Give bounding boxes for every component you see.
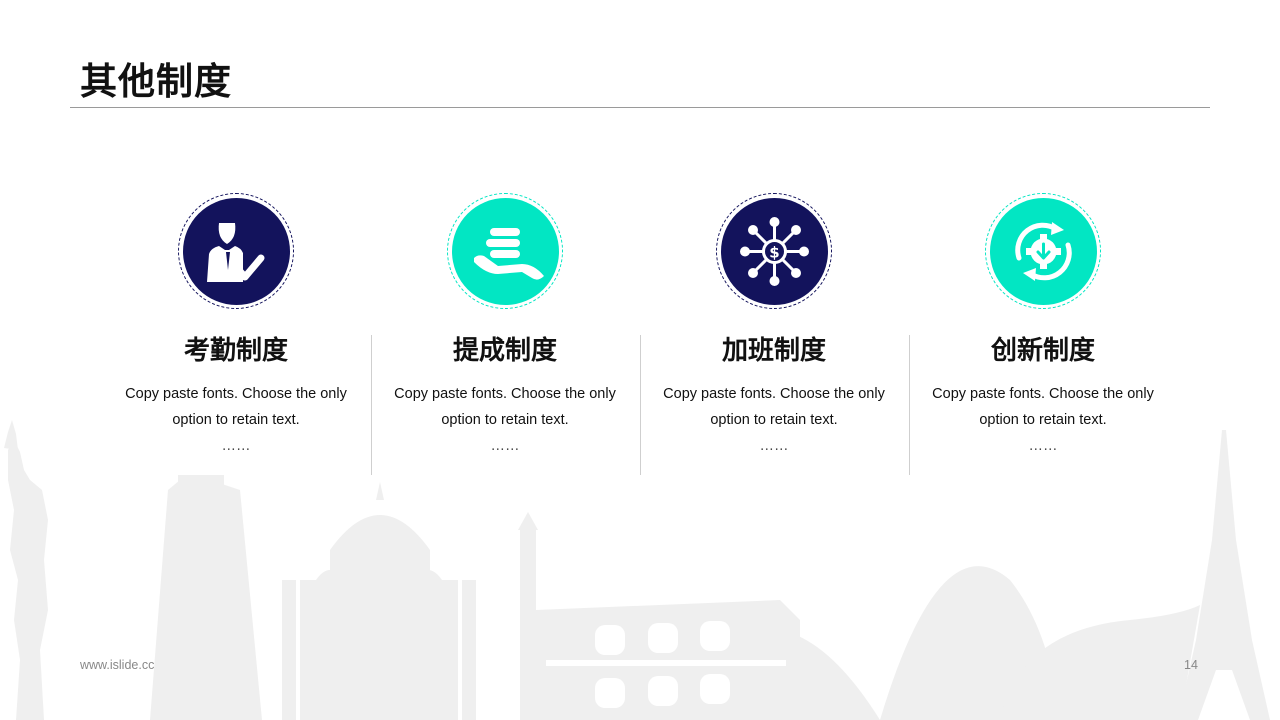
card-description-line: Copy paste fonts. Choose the only xyxy=(125,386,347,402)
page-title: 其他制度 xyxy=(80,60,232,103)
column-divider xyxy=(909,335,910,475)
slide: 其他制度 考勤制度 Copy paste fonts. Choose the o… xyxy=(0,0,1280,720)
footer-url: www.islide.cc xyxy=(80,658,155,672)
card-description-line: option to retain text. xyxy=(441,412,569,428)
card-description: Copy paste fonts. Choose the only option… xyxy=(909,381,1177,459)
title-underline xyxy=(70,107,1210,108)
card-description: Copy paste fonts. Choose the only option… xyxy=(371,381,639,459)
card-description-line: Copy paste fonts. Choose the only xyxy=(394,386,616,402)
card-title: 创新制度 xyxy=(990,336,1095,366)
card-title: 考勤制度 xyxy=(183,336,288,366)
icon-badge xyxy=(178,193,296,311)
hand-coins-icon xyxy=(474,228,544,280)
svg-text:$: $ xyxy=(769,244,779,262)
column-divider xyxy=(371,335,372,475)
card-ellipsis: …… xyxy=(490,438,520,454)
icon-badge xyxy=(447,193,565,311)
gear-cycle-icon xyxy=(1015,222,1072,281)
card-description: Copy paste fonts. Choose the only option… xyxy=(102,381,370,459)
card-ellipsis: …… xyxy=(221,438,251,454)
card-ellipsis: …… xyxy=(1028,438,1058,454)
icon-badge xyxy=(985,193,1103,311)
column-divider xyxy=(640,335,641,475)
policy-card-commission: 提成制度 Copy paste fonts. Choose the only o… xyxy=(371,193,639,483)
card-ellipsis: …… xyxy=(759,438,789,454)
card-title: 提成制度 xyxy=(452,336,557,366)
card-description-line: Copy paste fonts. Choose the only xyxy=(663,386,885,402)
card-description-line: Copy paste fonts. Choose the only xyxy=(932,386,1154,402)
person-check-icon xyxy=(207,223,265,282)
card-description-line: option to retain text. xyxy=(710,412,838,428)
card-title: 加班制度 xyxy=(721,336,826,366)
icon-badge: $ xyxy=(716,193,834,311)
dollar-network-icon: $ xyxy=(740,217,809,286)
policy-card-innovation: 创新制度 Copy paste fonts. Choose the only o… xyxy=(909,193,1177,483)
page-number: 14 xyxy=(1184,658,1198,672)
policy-card-overtime: $ 加班制度 Copy paste fonts. Choose the only… xyxy=(640,193,908,483)
card-description-line: option to retain text. xyxy=(172,412,300,428)
card-description-line: option to retain text. xyxy=(979,412,1107,428)
card-description: Copy paste fonts. Choose the only option… xyxy=(640,381,908,459)
policy-card-attendance: 考勤制度 Copy paste fonts. Choose the only o… xyxy=(102,193,370,483)
